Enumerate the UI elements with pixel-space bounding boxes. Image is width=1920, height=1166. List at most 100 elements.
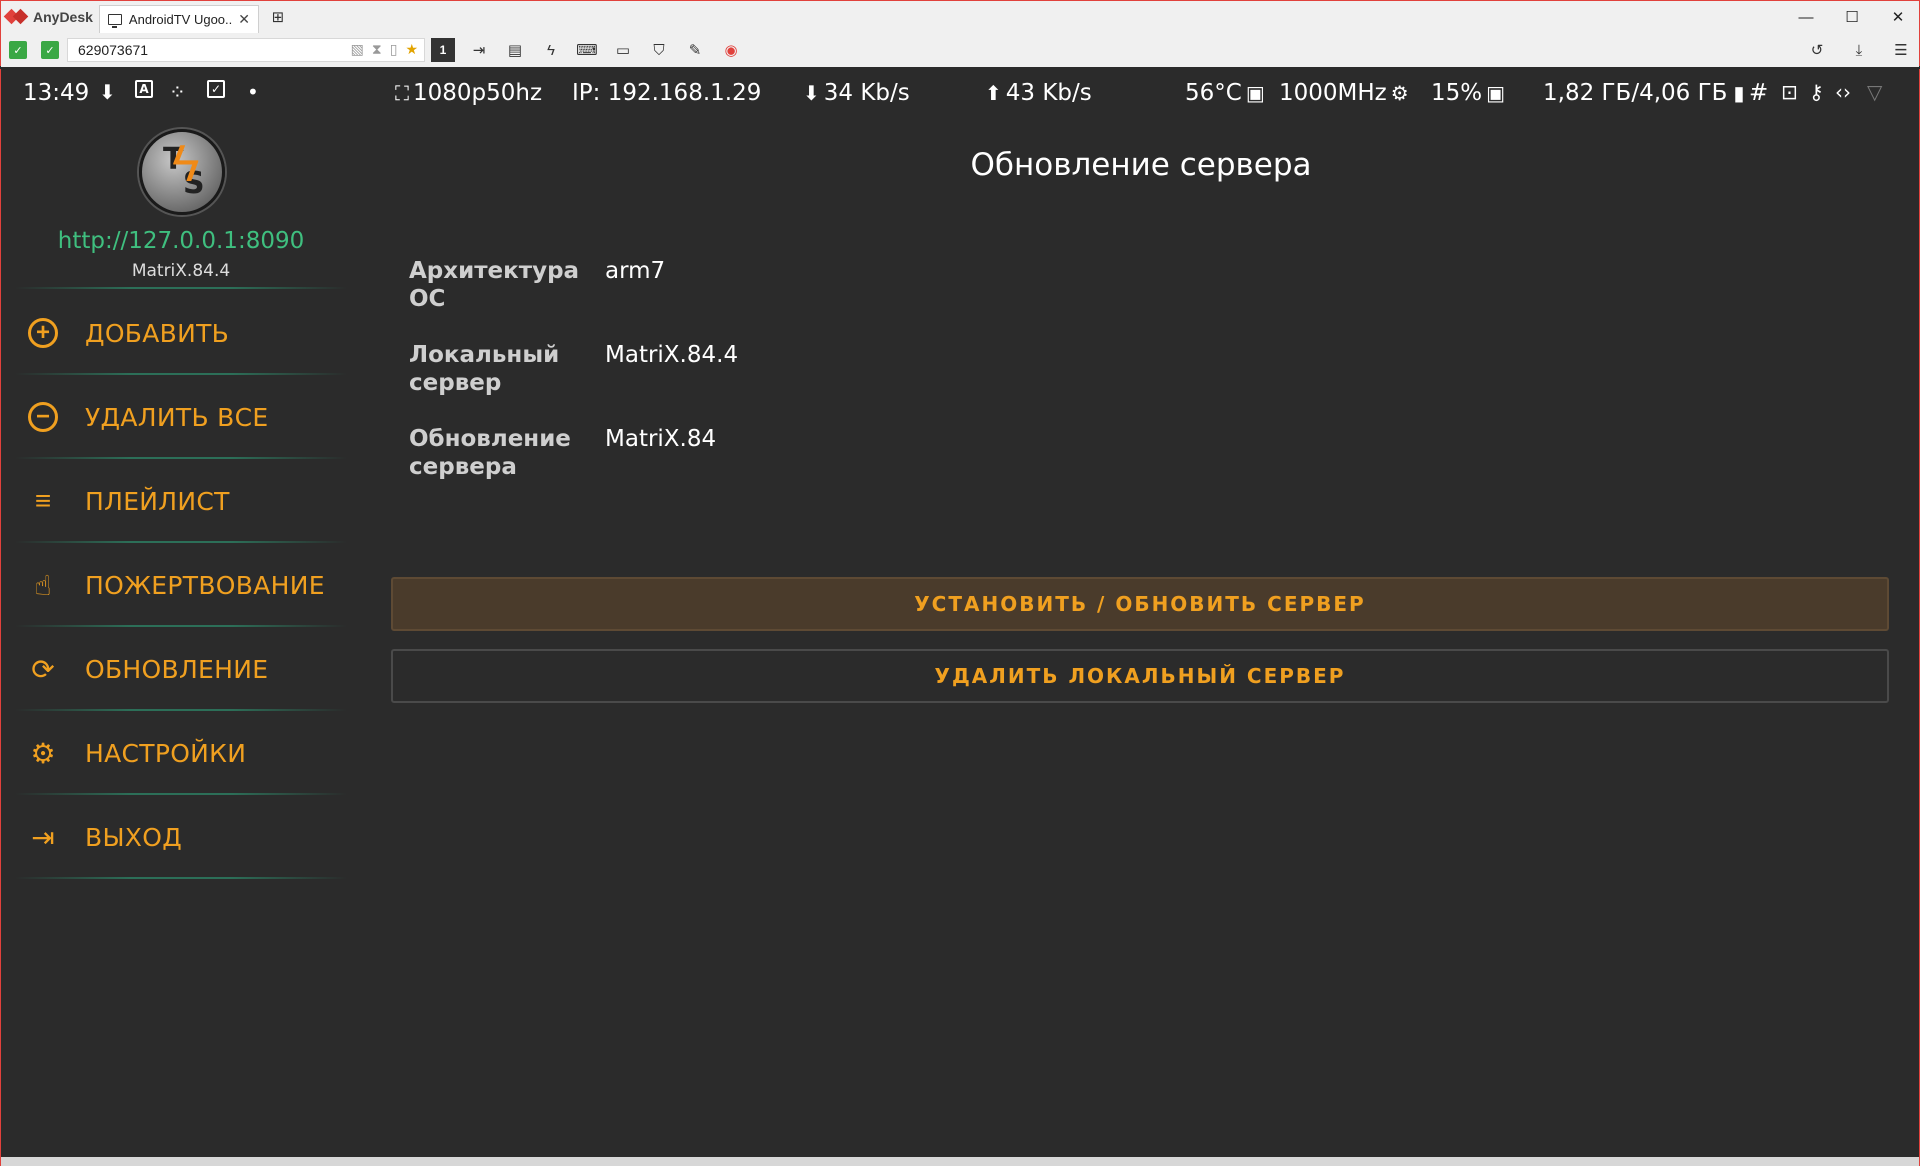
info-key-line2: сервера [409,454,517,480]
session-toolbar: ✓ ✓ 629073671 ▧ ⧗ ▯ ★ 1 ⇥ ▤ ϟ ⌨ ▭ ⛉ ✎ ◉ … [1,33,1919,67]
info-row-architecture: Архитектура ОС arm7 [409,257,738,313]
address-value: 629073671 [78,42,149,58]
window-controls: — ☐ ✕ [1783,1,1920,33]
cast-icon: ⊡ [1781,80,1798,104]
chat-icon[interactable]: ▤ [503,38,527,62]
wifi-icon: ▽ [1867,80,1883,104]
download-speed: ⬇ 34 Kb/s [803,80,910,106]
window-bottom-edge [0,1157,1920,1166]
sidebar-item-label: УДАЛИТЬ ВСЕ [85,402,269,432]
info-row-local-server: Локальный сервер MatriX.84.4 [409,341,738,397]
server-info-list: Архитектура ОС arm7 Локальный сервер Mat… [409,257,738,509]
divider [15,877,347,879]
whiteboard-icon[interactable]: ✎ [683,38,707,62]
monitor-icon [107,14,122,28]
status-bar: 13:49 ⬇ A ⁘ ✓ • ⛶ 1080p50hz IP: 192.168.1… [1,69,1919,117]
info-key-line2: сервер [409,370,502,396]
hourglass-icon[interactable]: ⧗ [372,41,382,58]
ram-usage: 1,82 ГБ/4,06 ГБ ▮ [1543,80,1748,106]
plus-circle-icon: + [27,317,59,349]
toolbar-right: ↺ ⤓ ☰ [1805,38,1913,62]
permissions-icon[interactable]: ⛉ [647,38,671,62]
connection-status-icon[interactable]: ✓ [9,41,27,59]
minimize-icon[interactable]: — [1783,1,1829,33]
storage-icon[interactable]: ▯ [390,41,398,58]
maximize-icon[interactable]: ☐ [1829,1,1875,33]
menu-icon[interactable]: ☰ [1889,38,1913,62]
history-icon[interactable]: ↺ [1805,38,1829,62]
sidebar-item-exit[interactable]: ⇥ ВЫХОД [1,795,361,879]
info-row-server-update: Обновление сервера MatriX.84 [409,425,738,481]
thumbs-up-icon: ☝ [34,569,52,601]
anydesk-brand[interactable]: AnyDesk [1,1,99,33]
install-update-server-button[interactable]: УСТАНОВИТЬ / ОБНОВИТЬ СЕРВЕР [391,577,1889,631]
remove-local-server-button[interactable]: УДАЛИТЬ ЛОКАЛЬНЫЙ СЕРВЕР [391,649,1889,703]
actions-icon[interactable]: ϟ [539,38,563,62]
info-key: Архитектура ОС [409,257,605,313]
load-icon: ▣ [1486,81,1506,105]
session-tools: 1 ⇥ ▤ ϟ ⌨ ▭ ⛉ ✎ ◉ [431,38,743,62]
sidebar-item-playlist[interactable]: ≡ ПЛЕЙЛИСТ [1,459,361,543]
main-content: Обновление сервера Архитектура ОС arm7 Л… [361,117,1919,1157]
upload-speed: ⬆ 43 Kb/s [985,80,1092,106]
cpu-icon: ⚙ [1390,81,1409,105]
resolution-readout: ⛶ 1080p50hz [395,80,542,106]
authorized-icon[interactable]: ✓ [41,41,59,59]
close-window-icon[interactable]: ✕ [1875,1,1920,33]
remote-screen[interactable]: 13:49 ⬇ A ⁘ ✓ • ⛶ 1080p50hz IP: 192.168.1… [0,69,1920,1157]
address-field[interactable]: 629073671 ▧ ⧗ ▯ ★ [67,38,425,62]
server-url[interactable]: http://127.0.0.1:8090 [1,228,361,254]
display-icon[interactable]: ▭ [611,38,635,62]
download-notification-icon: ⬇ [99,80,116,104]
more-notifications-icon: • [247,80,259,104]
info-value: MatriX.84.4 [605,342,739,368]
sidebar-item-donate[interactable]: ☝ ПОЖЕРТВОВАНИЕ [1,543,361,627]
chip-icon: ▣ [1245,81,1265,105]
cpu-frequency: 1000MHz ⚙ [1279,80,1413,106]
info-value: MatriX.84 [605,426,717,452]
download-speed-text: 34 Kb/s [823,80,910,106]
hash-icon: # [1749,80,1769,106]
exit-icon: ⇥ [31,821,55,853]
cpu-load: 15% ▣ [1431,80,1509,106]
sidebar-item-delete-all[interactable]: − УДАЛИТЬ ВСЕ [1,375,361,459]
session-tab[interactable]: AndroidTV Ugoo... ✕ [98,5,259,33]
anydesk-logo-icon [3,8,29,26]
new-tab-icon[interactable]: ⊞ [267,6,289,28]
privacy-icon[interactable]: ▧ [351,41,364,58]
record-icon[interactable]: ◉ [719,38,743,62]
sidebar-item-label: ОБНОВЛЕНИЕ [85,654,269,684]
playlist-icon: ≡ [34,485,52,516]
checkbox-notification-icon: ✓ [207,80,225,98]
keyboard-icon[interactable]: ⌨ [575,38,599,62]
sidebar-item-settings[interactable]: ⚙ НАСТРОЙКИ [1,711,361,795]
ram-usage-text: 1,82 ГБ/4,06 ГБ [1543,80,1728,106]
close-tab-icon[interactable]: ✕ [238,11,250,28]
resolution-icon: ⛶ [395,81,409,105]
sidebar-item-label: ДОБАВИТЬ [85,318,230,348]
display-number-button[interactable]: 1 [431,38,455,62]
key-icon: ⚷ [1809,80,1824,104]
sidebar-menu: + ДОБАВИТЬ − УДАЛИТЬ ВСЕ ≡ ПЛЕЙЛИСТ ☝ ПО… [1,291,361,879]
sidebar-item-label: ПОЖЕРТВОВАНИЕ [85,570,325,600]
info-key: Локальный сервер [409,341,605,397]
page-title: Обновление сервера [970,147,1312,183]
sidebar-item-label: ПЛЕЙЛИСТ [85,486,230,516]
sidebar-item-add[interactable]: + ДОБАВИТЬ [1,291,361,375]
upload-arrow-icon: ⬆ [985,81,1002,105]
torrserver-logo-icon: T S ϟ [139,129,225,215]
download-icon[interactable]: ⤓ [1847,38,1871,62]
sidebar-item-label: ВЫХОД [85,822,183,852]
info-key: Обновление сервера [409,425,605,481]
refresh-icon: ⟳ [31,653,55,685]
favorite-star-icon[interactable]: ★ [405,41,418,58]
download-arrow-icon: ⬇ [803,81,820,105]
tab-bar: AnyDesk AndroidTV Ugoo... ✕ ⊞ — ☐ ✕ [1,1,1920,33]
sidebar-item-update[interactable]: ⟳ ОБНОВЛЕНИЕ [1,627,361,711]
info-key-line2: ОС [409,286,446,312]
temperature-text: 56°C [1185,80,1242,106]
lightning-icon: ϟ [172,135,200,193]
upload-speed-text: 43 Kb/s [1005,80,1092,106]
assistant-icon: ⁘ [169,80,186,104]
file-transfer-icon[interactable]: ⇥ [467,38,491,62]
